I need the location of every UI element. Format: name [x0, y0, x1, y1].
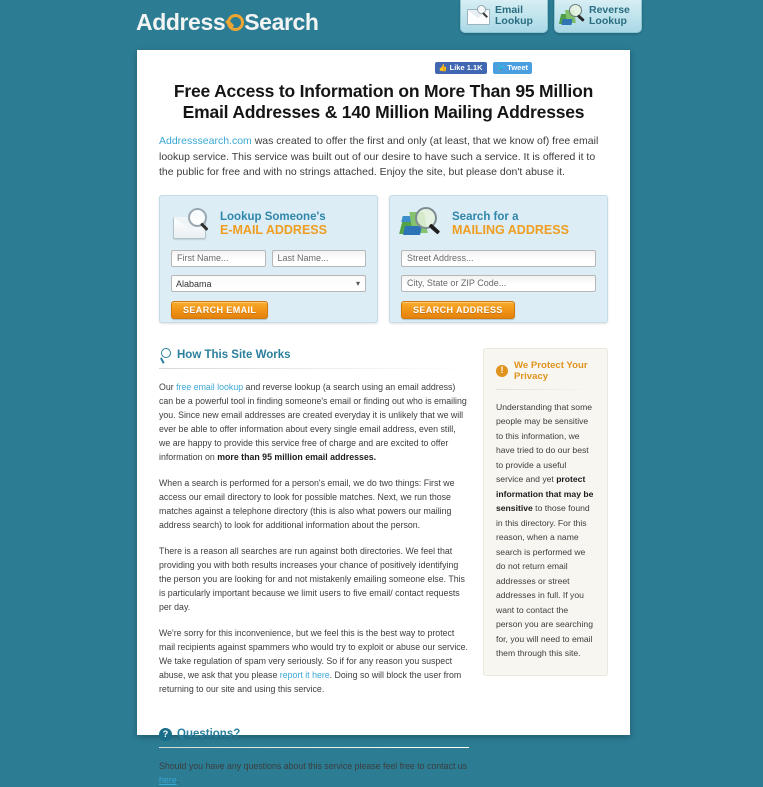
article-column: How This Site Works Our free email looku… [159, 347, 469, 787]
email-lookup-panel: Lookup Someone's E-MAIL ADDRESS Alabama … [159, 194, 378, 323]
free-email-lookup-link[interactable]: free email lookup [176, 382, 243, 392]
how-it-works-paragraph-4: We're sorry for this inconvenience, but … [159, 626, 469, 696]
privacy-heading: ! We Protect Your Privacy [496, 360, 595, 389]
last-name-input[interactable] [271, 249, 366, 267]
envelope-magnifier-icon [466, 5, 492, 27]
p1-mid: and reverse lookup (a search using an em… [159, 381, 467, 462]
site-logo[interactable]: Address Search [136, 9, 319, 36]
exclamation-icon: ! [496, 364, 508, 377]
state-select[interactable]: Alabama [171, 275, 366, 292]
search-panels: Lookup Someone's E-MAIL ADDRESS Alabama … [159, 194, 608, 323]
address-lookup-panel: Search for a MAILING ADDRESS SEARCH ADDR… [389, 194, 608, 323]
bird-icon: 🐦 [496, 64, 506, 72]
privacy-panel: ! We Protect Your Privacy Understanding … [483, 347, 608, 676]
addresssearch-link[interactable]: Addresssearch.com [159, 135, 252, 147]
questions-heading: ? Questions? [159, 727, 469, 747]
q-post: . [176, 774, 180, 785]
divider [159, 367, 469, 369]
facebook-like-label: Like 1.1K [449, 63, 483, 73]
address-panel-title-line1: Search for a [452, 210, 519, 223]
divider [159, 746, 469, 748]
email-panel-title-line2: E-MAIL ADDRESS [220, 222, 327, 237]
page-title: Free Access to Information on More Than … [173, 81, 594, 122]
twitter-tweet-label: Tweet [507, 63, 528, 73]
nav-email-lookup-button[interactable]: Email Lookup [460, 0, 548, 33]
twitter-tweet-button[interactable]: 🐦 Tweet [492, 62, 532, 74]
p1-bold: more than 95 million email addresses. [217, 451, 377, 462]
magnifier-icon [159, 347, 172, 364]
how-it-works-heading-label: How This Site Works [177, 348, 291, 361]
first-name-input[interactable] [171, 249, 266, 267]
map-magnifier-icon [558, 4, 586, 27]
page-root: Address Search Email Lookup Reverse Looku… [0, 0, 763, 785]
city-state-zip-input[interactable] [401, 274, 596, 292]
email-panel-title: Lookup Someone's E-MAIL ADDRESS [220, 211, 327, 237]
social-buttons: 👍 Like 1.1K 🐦 Tweet [159, 50, 608, 74]
address-panel-title-line2: MAILING ADDRESS [452, 222, 569, 237]
report-abuse-link[interactable]: report it here [280, 670, 330, 680]
logo-text-address: Address [136, 9, 226, 35]
how-it-works-paragraph-3: There is a reason all searches are run a… [159, 545, 465, 612]
how-it-works-paragraph-2: When a search is performed for a person'… [159, 477, 455, 530]
nav-reverse-lookup-button[interactable]: Reverse Lookup [554, 0, 642, 33]
search-address-button[interactable]: SEARCH ADDRESS [401, 300, 515, 319]
p1-pre: Our [159, 381, 177, 392]
site-header: Address Search Email Lookup Reverse Looku… [0, 0, 763, 44]
divider [496, 388, 595, 390]
lower-content: How This Site Works Our free email looku… [159, 347, 608, 787]
envelope-magnifier-large-icon [171, 207, 211, 240]
header-nav: Email Lookup Reverse Lookup [460, 0, 642, 33]
privacy-heading-label: We Protect Your Privacy [514, 359, 588, 382]
street-address-input[interactable] [401, 249, 596, 267]
contact-here-link[interactable]: here [159, 775, 177, 785]
facebook-like-button[interactable]: 👍 Like 1.1K [434, 62, 487, 74]
how-it-works-heading: How This Site Works [159, 347, 469, 368]
thumbs-up-icon: 👍 [438, 64, 448, 72]
priv-post: to those found in this directory. For th… [496, 503, 593, 658]
main-content-card: 👍 Like 1.1K 🐦 Tweet Free Access to Infor… [137, 50, 630, 785]
state-select-wrapper: Alabama ▾ [171, 274, 366, 292]
email-panel-title-line1: Lookup Someone's [220, 210, 326, 223]
questions-heading-label: Questions? [177, 728, 241, 740]
nav-email-lookup-label: Email Lookup [495, 3, 533, 27]
intro-paragraph: Addresssearch.com was created to offer t… [159, 134, 608, 181]
address-panel-title: Search for a MAILING ADDRESS [452, 211, 569, 237]
search-email-button[interactable]: SEARCH EMAIL [171, 301, 269, 319]
question-mark-icon: ? [159, 727, 172, 741]
q-pre: Should you have any questions about this… [159, 760, 468, 771]
priv-pre: Understanding that some people may be se… [496, 401, 593, 485]
magnifier-icon [225, 12, 245, 34]
logo-text-search: Search [244, 9, 319, 35]
sidebar-column: ! We Protect Your Privacy Understanding … [483, 347, 608, 787]
map-magnifier-large-icon [399, 206, 443, 240]
how-it-works-paragraph-1: Our free email lookup and reverse lookup… [159, 380, 469, 464]
questions-paragraph: Should you have any questions about this… [159, 759, 469, 787]
nav-reverse-lookup-label: Reverse Lookup [589, 3, 630, 27]
privacy-paragraph: Understanding that some people may be se… [496, 400, 595, 661]
questions-section: ? Questions? Should you have any questio… [159, 727, 469, 787]
